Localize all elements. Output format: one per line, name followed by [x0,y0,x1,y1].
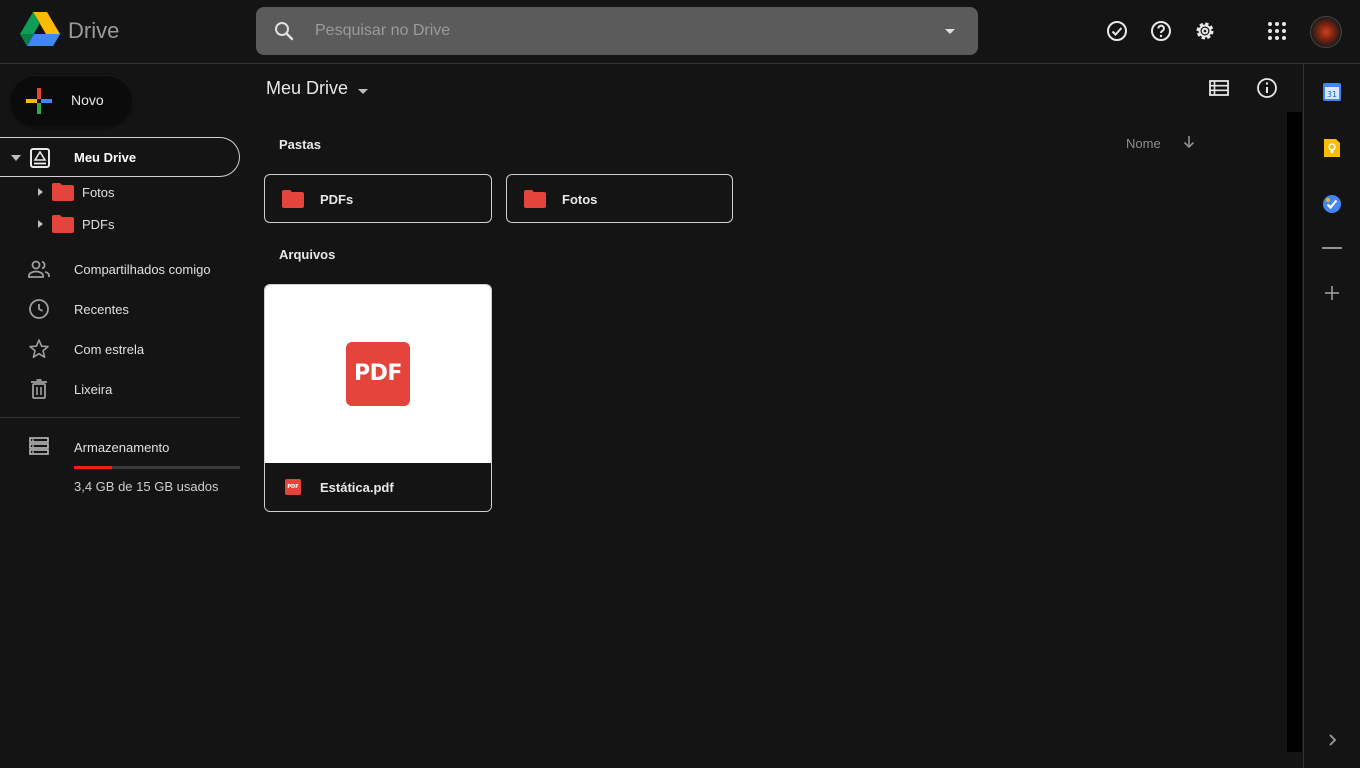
folder-card[interactable]: PDFs [264,174,492,223]
help-icon[interactable] [1149,19,1173,43]
search-icon[interactable] [272,19,296,43]
my-drive-icon [30,148,50,168]
storage-progress-bar [74,466,240,469]
sidebar-item-shared[interactable]: Compartilhados comigo [0,251,240,287]
app-header: Drive [0,0,1360,64]
sidebar-item-label: Com estrela [74,342,145,357]
search-bar[interactable] [256,7,978,55]
expand-caret-icon[interactable] [35,187,45,197]
chevron-right-icon[interactable] [1320,728,1344,752]
folder-card[interactable]: Fotos [506,174,733,223]
trash-icon [31,379,47,399]
plus-icon [26,88,52,114]
calendar-icon[interactable]: 31 [1320,80,1344,104]
info-icon[interactable] [1255,76,1279,100]
expand-caret-icon[interactable] [35,219,45,229]
breadcrumb-dropdown-icon[interactable] [354,82,372,100]
folder-icon [282,190,304,208]
files-section-title: Arquivos [279,247,336,262]
breadcrumb-my-drive[interactable]: Meu Drive [266,78,348,99]
people-icon [28,260,50,278]
sidebar-item-my-drive[interactable]: Meu Drive [0,137,240,177]
sidebar-divider [0,417,240,418]
pdf-thumbnail-icon: PDF [346,342,410,406]
tree-item-label: Fotos [82,185,115,200]
svg-text:31: 31 [1327,90,1337,99]
search-input[interactable] [313,7,913,55]
folder-icon [524,190,546,208]
folder-name: PDFs [320,192,354,207]
sidebar-item-starred[interactable]: Com estrela [0,331,240,367]
folder-name: Fotos [562,192,598,207]
file-thumbnail[interactable]: PDF [265,285,491,463]
apps-grid-icon[interactable] [1265,19,1289,43]
side-panel [1303,64,1360,768]
pdf-file-icon: PDF [285,479,301,495]
drive-logo-icon[interactable] [20,12,60,48]
folder-icon [52,183,74,201]
sort-direction-arrow-icon[interactable] [1180,133,1198,151]
expand-caret-icon[interactable] [10,152,22,164]
clock-icon [29,299,49,319]
folders-section-title: Pastas [279,137,321,152]
new-button-label: Novo [71,92,104,108]
storage-used-text: 3,4 GB de 15 GB usados [74,479,219,494]
storage-label: Armazenamento [74,440,170,455]
file-card-footer[interactable]: PDF Estática.pdf [265,463,491,511]
search-options-icon[interactable] [938,19,962,43]
main-scrollbar[interactable] [1287,112,1302,752]
star-icon [29,339,49,359]
file-name: Estática.pdf [320,480,394,495]
list-view-icon[interactable] [1207,76,1231,100]
folder-icon [52,215,74,233]
tree-item-pdfs[interactable]: PDFs [0,209,240,239]
tasks-icon[interactable] [1320,192,1344,216]
storage-icon [29,437,49,455]
new-button[interactable]: Novo [10,76,132,126]
sidebar-item-label: Recentes [74,302,129,317]
sidebar-item-label: Lixeira [74,382,113,397]
file-card[interactable]: PDF PDF Estática.pdf [264,284,492,512]
add-addon-icon[interactable] [1320,281,1344,305]
ready-offline-icon[interactable] [1105,19,1129,43]
sidebar-item-label: Meu Drive [74,150,137,165]
sidebar-item-trash[interactable]: Lixeira [0,371,240,407]
keep-icon[interactable] [1320,136,1344,160]
sort-by-name[interactable]: Nome [1126,136,1161,151]
account-avatar[interactable] [1310,16,1342,48]
app-brand: Drive [68,18,120,43]
storage-progress-fill [74,466,112,469]
sidebar-item-recent[interactable]: Recentes [0,291,240,327]
settings-icon[interactable] [1193,19,1217,43]
tree-item-label: PDFs [82,217,115,232]
panel-divider-icon [1322,247,1342,249]
sidebar-item-label: Compartilhados comigo [74,262,211,277]
tree-item-fotos[interactable]: Fotos [0,177,240,207]
